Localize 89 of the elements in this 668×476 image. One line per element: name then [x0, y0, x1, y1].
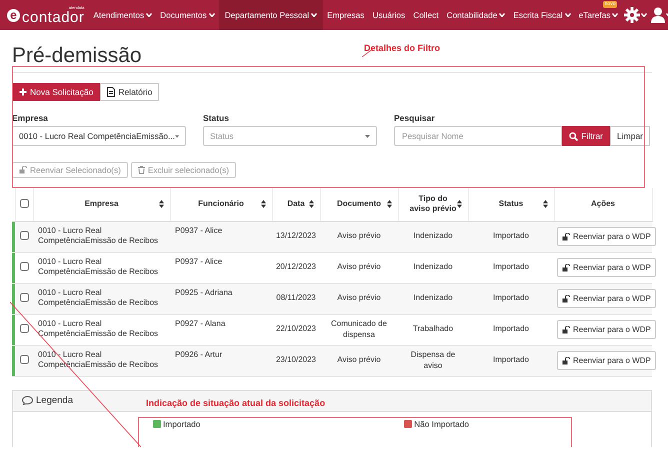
- nav-item[interactable]: eTarefas: [574, 8, 622, 22]
- column-header[interactable]: Status: [468, 188, 554, 221]
- user-icon: [651, 7, 666, 23]
- column-header[interactable]: Documento: [320, 188, 398, 221]
- row-checkbox[interactable]: [20, 293, 28, 302]
- unlock-icon: [19, 166, 27, 174]
- table-cell: Aviso prévio: [337, 293, 381, 302]
- unlock-icon: [562, 232, 570, 240]
- table-cell: Aviso prévio: [337, 355, 381, 364]
- table-cell: 20/12/2023: [276, 262, 316, 272]
- table-cell: 0010 - Lucro Real CompetênciaEmissão de Recibos: [38, 226, 158, 245]
- table-cell: Trabalhado: [412, 324, 454, 334]
- legend-label: Não Importado: [414, 418, 469, 428]
- legend-label: Importado: [163, 418, 200, 428]
- comment-icon: [22, 396, 33, 405]
- table-cell: P0925 - Adriana: [175, 288, 232, 296]
- table-cell: Aviso prévio: [337, 231, 381, 240]
- column-header[interactable]: Empresa: [33, 188, 170, 221]
- table-cell: Dispensa de aviso: [410, 350, 456, 370]
- unlock-icon: [562, 264, 570, 272]
- table-cell: Aviso prévio: [337, 262, 381, 272]
- row-checkbox[interactable]: [20, 262, 28, 271]
- table-cell: Importado: [492, 355, 530, 364]
- table-cell: Comunicado de dispensa: [330, 319, 388, 338]
- table-cell: P0926 - Artur: [175, 350, 222, 358]
- resend-button[interactable]: Reenviar para o WDP: [557, 289, 656, 308]
- unlock-icon: [562, 356, 570, 364]
- logo-mark: e: [7, 8, 20, 22]
- column-header[interactable]: Tipo do aviso prévio: [398, 188, 468, 221]
- nav-item[interactable]: Escrita Fiscal: [509, 8, 575, 22]
- dropdown-icon: [365, 134, 370, 138]
- resend-button[interactable]: Reenviar para o WDP: [557, 320, 656, 339]
- table-cell: 0010 - Lucro Real CompetênciaEmissão de Recibos: [38, 288, 158, 307]
- nav-item[interactable]: Empresas: [323, 8, 368, 22]
- nav-item[interactable]: Departamento Pessoal: [218, 0, 324, 30]
- dropdown-icon: [174, 134, 179, 138]
- table-cell: Indenizado: [413, 231, 453, 240]
- column-header[interactable]: Funcionário: [170, 188, 272, 221]
- filter-button[interactable]: Filtrar: [562, 126, 610, 146]
- caret-icon: [641, 13, 648, 17]
- annotation-label: Indicação de situação atual da solicitação: [146, 398, 326, 408]
- nav-item[interactable]: Atendimentos: [89, 8, 156, 22]
- table-cell: 22/10/2023: [276, 324, 316, 334]
- resend-button[interactable]: Reenviar para o WDP: [557, 227, 656, 246]
- trash-icon: [138, 166, 145, 174]
- annotation-label: Detalhes do Filtro: [364, 43, 440, 53]
- table-cell: Importado: [492, 262, 530, 272]
- page-title: Pré-demissão: [12, 44, 142, 68]
- clear-button[interactable]: Limpar: [610, 126, 650, 146]
- table-cell: Indenizado: [413, 293, 453, 302]
- resend-button[interactable]: Reenviar para o WDP: [557, 351, 656, 370]
- search-icon: [569, 132, 578, 140]
- select-all-checkbox[interactable]: [20, 198, 28, 208]
- field-label: Empresa: [12, 113, 49, 123]
- nav-item[interactable]: Documentos: [156, 8, 219, 22]
- table-cell: P0937 - Alice: [175, 226, 222, 234]
- nav-item[interactable]: Collect: [409, 8, 443, 22]
- settings-icon: [624, 7, 640, 23]
- document-icon: [107, 87, 116, 97]
- field-label: Pesquisar: [394, 113, 436, 123]
- company-select[interactable]: 0010 - Lucro Real CompetênciaEmissão...: [12, 126, 186, 146]
- legend-title: Legenda: [36, 395, 73, 406]
- table-cell: 23/10/2023: [276, 355, 316, 364]
- search-field[interactable]: Pesquisar Nome: [394, 126, 562, 146]
- table-cell: 0010 - Lucro Real CompetênciaEmissão de Recibos: [38, 318, 158, 338]
- nav-item[interactable]: Contabilidade: [442, 8, 510, 22]
- unlock-icon: [562, 326, 570, 334]
- table-cell: 0010 - Lucro Real CompetênciaEmissão de Recibos: [38, 256, 158, 276]
- table-cell: Indenizado: [413, 262, 453, 272]
- table-cell: Importado: [492, 324, 530, 334]
- field-label: Status: [203, 113, 230, 123]
- table-cell: P0937 - Alice: [175, 256, 222, 266]
- new-request-button[interactable]: Nova Solicitação: [12, 83, 100, 101]
- table-cell: 08/11/2023: [276, 293, 316, 302]
- unlock-icon: [562, 294, 570, 302]
- column-header[interactable]: Data: [272, 188, 320, 221]
- table-cell: P0927 - Alana: [175, 318, 226, 328]
- resend-button[interactable]: Reenviar para o WDP: [557, 258, 656, 277]
- table-cell: Importado: [492, 231, 530, 240]
- table-cell: Importado: [492, 293, 530, 302]
- column-header: Ações: [554, 188, 652, 221]
- table-cell: 13/12/2023: [276, 231, 316, 240]
- logo-text: contador: [22, 10, 84, 24]
- row-checkbox[interactable]: [20, 355, 28, 364]
- report-button[interactable]: Relatório: [100, 83, 160, 101]
- row-checkbox[interactable]: [20, 231, 28, 240]
- plus-icon: [19, 88, 27, 96]
- row-checkbox[interactable]: [20, 324, 28, 333]
- nav-item[interactable]: Usuários: [368, 8, 410, 22]
